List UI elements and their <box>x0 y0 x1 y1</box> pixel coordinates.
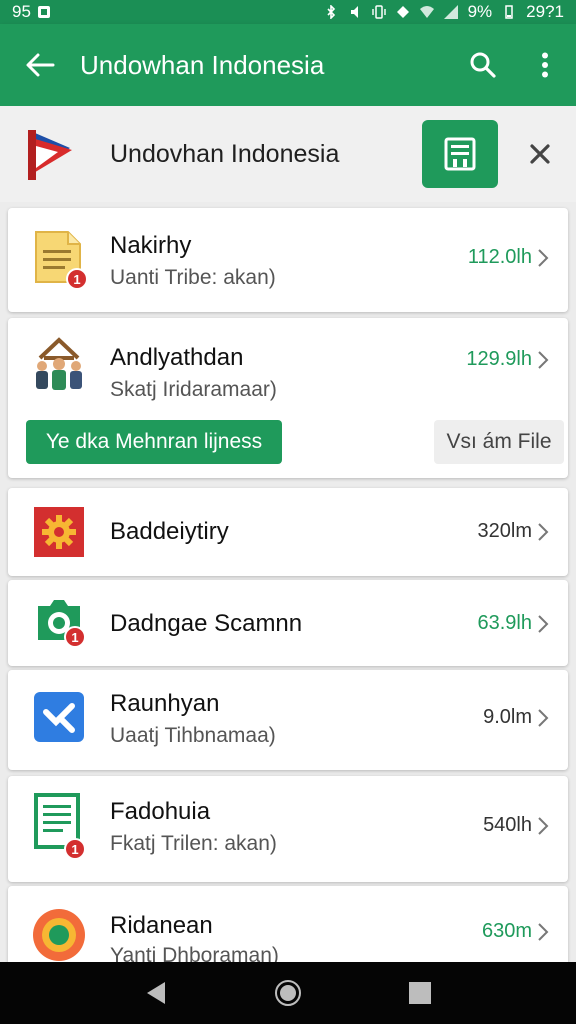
target-icon <box>33 909 85 961</box>
save-icon <box>444 137 476 171</box>
item-size: 320lm <box>477 520 532 542</box>
data-saver-icon <box>396 6 409 18</box>
notification-badge: 1 <box>66 268 88 290</box>
bluetooth-icon <box>327 5 335 19</box>
list-item[interactable]: 1 Fadohuia Fkatj Trilen: akan) 540lh <box>8 776 568 882</box>
search-button[interactable] <box>452 24 514 106</box>
list-item[interactable]: Raunhyan Uaatj Tihbnamaa) 9.0lm <box>8 670 568 770</box>
item-subtitle: Fkatj Trilen: akan) <box>110 832 277 855</box>
item-name: Nakirhy <box>110 232 192 259</box>
mute-icon <box>350 6 358 18</box>
header-row: Undovhan Indonesia <box>0 106 576 202</box>
view-file-button[interactable]: Vsı ám File <box>434 420 564 464</box>
battery-icon <box>505 5 513 19</box>
notification-badge: 1 <box>64 838 86 860</box>
battery-text: 9% <box>467 2 493 21</box>
item-size: 112.0lh <box>467 246 532 268</box>
notification-badge: 1 <box>64 626 86 648</box>
status-bar: 95 9% 29?1 <box>0 0 576 24</box>
item-name: Andlyathdan <box>110 344 244 371</box>
chevron-right-icon <box>538 249 549 267</box>
item-subtitle: Uaatj Tihbnamaa) <box>110 724 276 747</box>
system-nav-bar <box>0 962 576 1024</box>
vibrate-icon <box>371 5 386 19</box>
notification-icon <box>37 6 50 18</box>
item-name: Ridanean <box>110 912 213 939</box>
item-size: 63.9lh <box>477 612 533 634</box>
gear-icon <box>34 507 84 557</box>
item-size: 129.9lh <box>466 348 532 370</box>
back-button[interactable] <box>0 24 80 106</box>
list-item[interactable]: 1 Nakirhy Uanti Tribe: akan) 112.0lh <box>8 208 568 312</box>
signal-icon <box>443 5 458 19</box>
wifi-icon <box>419 6 434 18</box>
item-subtitle: Skatj Iridaramaar) <box>110 378 277 401</box>
close-button[interactable] <box>520 134 560 174</box>
list-item[interactable]: Andlyathdan Skatj Iridaramaar) 129.9lh Y… <box>8 318 568 478</box>
primary-action-button[interactable]: Ye dka Mehnran lijness <box>26 420 282 464</box>
status-right: 9% 29?1 <box>324 2 564 22</box>
item-name: Baddeiytiry <box>110 518 229 545</box>
item-size: 630m <box>481 920 532 942</box>
search-icon <box>470 52 496 78</box>
app-bar: Undowhan Indonesia <box>0 24 576 106</box>
chevron-right-icon <box>538 523 549 541</box>
item-name: Raunhyan <box>110 690 220 717</box>
arrow-left-icon <box>26 53 55 77</box>
home-circle-icon[interactable] <box>274 979 302 1007</box>
close-icon <box>530 144 550 164</box>
chevron-right-icon <box>538 817 549 835</box>
status-left-text: 95 <box>12 2 31 21</box>
item-subtitle: Uanti Tribe: akan) <box>110 266 276 289</box>
item-name: Dadngae Scamnn <box>110 610 303 637</box>
back-triangle-icon[interactable] <box>143 979 169 1007</box>
item-name: Fadohuia <box>110 798 211 825</box>
chevron-right-icon <box>538 615 549 633</box>
status-left: 95 <box>12 2 51 22</box>
flag-logo-icon <box>28 130 72 180</box>
tool-icon <box>34 692 84 742</box>
chevron-right-icon <box>538 923 549 941</box>
clock: 29?1 <box>526 2 564 21</box>
save-button[interactable] <box>422 120 498 188</box>
item-size: 540lh <box>483 814 532 836</box>
chevron-right-icon <box>538 709 549 727</box>
community-icon <box>36 337 82 390</box>
chevron-right-icon <box>538 351 549 369</box>
more-vertical-icon <box>542 52 548 78</box>
recents-square-icon[interactable] <box>407 980 433 1006</box>
list-item[interactable]: 1 Dadngae Scamnn 63.9lh <box>8 580 568 666</box>
header-title: Undovhan Indonesia <box>110 139 340 168</box>
more-options-button[interactable] <box>514 24 576 106</box>
list-item[interactable]: Baddeiytiry 320lm <box>8 488 568 576</box>
item-size: 9.0lm <box>483 706 532 728</box>
app-bar-title: Undowhan Indonesia <box>80 49 325 80</box>
